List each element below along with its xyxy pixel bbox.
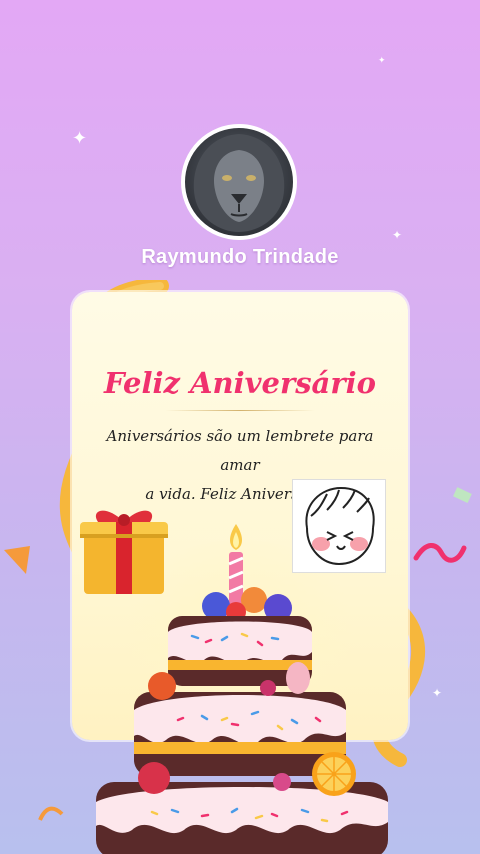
sparkle-icon: ✦ xyxy=(72,128,88,149)
lion-avatar-icon xyxy=(193,134,285,232)
card-message-line1: Aniversários são um lembrete para amar xyxy=(106,427,374,474)
confetti-ribbon-icon xyxy=(4,546,30,574)
sparkle-icon: ✦ xyxy=(378,56,386,66)
confetti-ribbon-icon xyxy=(413,543,467,563)
confetti-ribbon-icon xyxy=(453,487,472,504)
card-title: Feliz Aniversário xyxy=(104,366,376,400)
title-divider xyxy=(165,410,315,411)
confetti-ribbon-icon xyxy=(38,806,64,821)
sparkle-icon: ✦ xyxy=(392,228,403,242)
avatar[interactable] xyxy=(181,124,297,240)
profile-name: Raymundo Trindade xyxy=(141,246,339,268)
birthday-cake-icon xyxy=(96,524,388,854)
